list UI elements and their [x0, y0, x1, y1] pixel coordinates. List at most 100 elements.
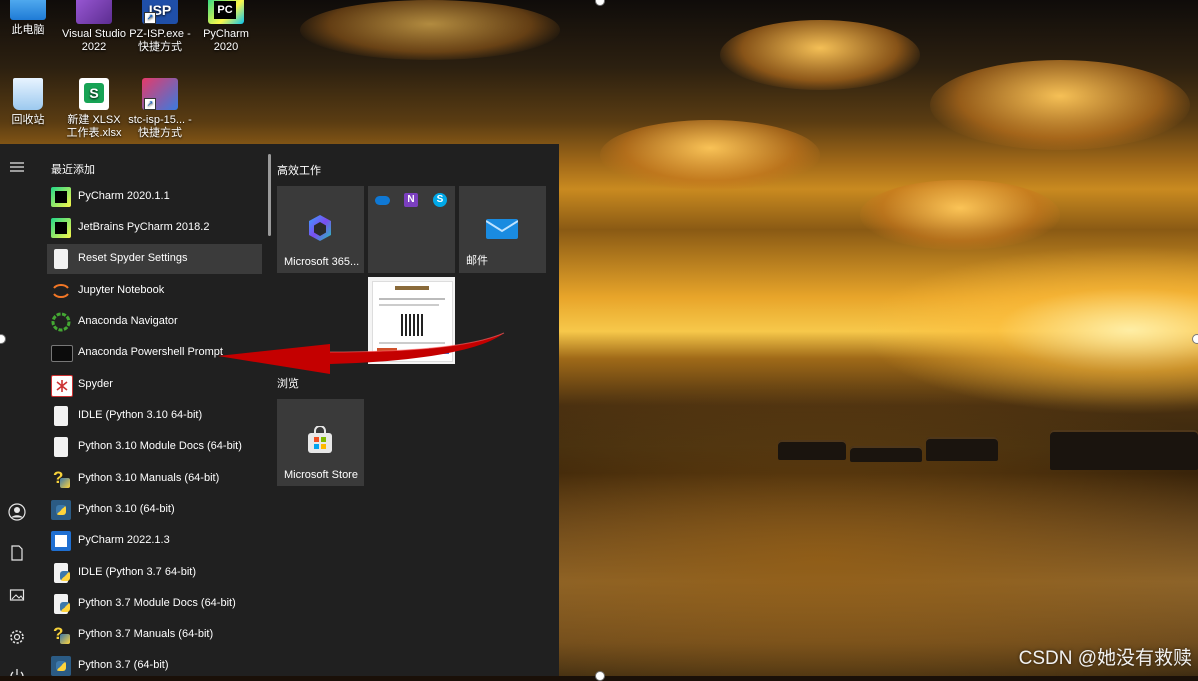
selection-handle[interactable]	[595, 671, 605, 681]
python-icon	[51, 656, 71, 676]
app-item-spyder[interactable]: Spyder	[47, 370, 262, 400]
mail-icon	[485, 215, 519, 241]
app-item-python-310-module-docs[interactable]: Python 3.10 Module Docs (64-bit)	[47, 432, 262, 462]
python-file-icon	[54, 563, 70, 583]
app-label: IDLE (Python 3.10 64-bit)	[78, 409, 203, 421]
document-thumbnail-icon	[372, 281, 453, 362]
group-title-productivity[interactable]: 高效工作	[277, 162, 321, 178]
shortcut-arrow-icon: ↗	[144, 12, 156, 24]
desktop-icon-stc-isp[interactable]: ↗ stc-isp-15... - 快捷方式	[127, 78, 193, 140]
app-label: Reset Spyder Settings	[78, 252, 188, 264]
app-item-pycharm-2022[interactable]: PyCharm 2022.1.3	[47, 526, 262, 556]
pycharm-icon	[51, 187, 71, 207]
pycharm-icon	[51, 218, 71, 238]
app-item-jupyter-notebook[interactable]: Jupyter Notebook	[47, 276, 262, 306]
app-item-reset-spyder-settings[interactable]: Reset Spyder Settings	[47, 244, 262, 274]
app-item-python-37-manuals[interactable]: ? Python 3.7 Manuals (64-bit)	[47, 620, 262, 650]
wallpaper-rock	[850, 446, 922, 462]
file-icon	[54, 406, 68, 426]
csdn-watermark: CSDN @她没有救赎	[1018, 648, 1192, 669]
app-label: Python 3.10 Module Docs (64-bit)	[78, 440, 242, 452]
app-label: Spyder	[78, 378, 113, 390]
app-item-jetbrains-pycharm-2018[interactable]: JetBrains PyCharm 2018.2	[47, 213, 262, 243]
onedrive-icon	[375, 196, 390, 205]
pz-isp-icon: ISP ↗	[142, 0, 178, 24]
app-item-python-310[interactable]: Python 3.10 (64-bit)	[47, 495, 262, 525]
anaconda-icon	[51, 312, 71, 332]
spyder-icon	[51, 375, 73, 397]
pycharm-icon-text: PC	[214, 1, 236, 19]
desktop-icon-label: 回收站	[11, 114, 45, 126]
tile-photo[interactable]	[368, 277, 455, 364]
tile-microsoft-365[interactable]: Microsoft 365...	[277, 186, 364, 273]
stc-isp-icon: ↗	[142, 78, 178, 110]
tile-mail[interactable]: 邮件	[459, 186, 546, 273]
desktop-icon-this-pc[interactable]: 此电脑	[0, 0, 61, 37]
app-label: Python 3.10 Manuals (64-bit)	[78, 472, 220, 484]
python-help-icon: ?	[51, 468, 71, 489]
desktop-icon-label: PyCharm 2020	[203, 28, 249, 53]
start-menu: 最近添加 PyCharm 2020.1.1 JetBrains PyCharm …	[0, 144, 559, 676]
python-file-icon	[54, 594, 70, 614]
app-label: Python 3.7 Manuals (64-bit)	[78, 628, 214, 640]
app-item-idle-python-310[interactable]: IDLE (Python 3.10 64-bit)	[47, 401, 262, 431]
xlsx-file-icon: S	[79, 78, 109, 110]
app-label: Anaconda Navigator	[78, 315, 178, 327]
wallpaper-rock	[1050, 430, 1198, 470]
hamburger-menu-icon[interactable]	[8, 159, 26, 177]
file-icon	[54, 249, 68, 269]
desktop-icon-pz-isp[interactable]: ISP ↗ PZ-ISP.exe - 快捷方式	[127, 0, 193, 54]
tile-label: Microsoft 365...	[284, 256, 360, 268]
app-label: IDLE (Python 3.7 64-bit)	[78, 566, 197, 578]
app-item-python-37[interactable]: Python 3.7 (64-bit)	[47, 651, 262, 681]
wallpaper-cloud	[300, 0, 560, 60]
app-label: JetBrains PyCharm 2018.2	[78, 221, 210, 233]
tile-office-folder[interactable]: N S	[368, 186, 455, 273]
app-list-scrollbar[interactable]	[268, 154, 271, 236]
app-item-pycharm-2020[interactable]: PyCharm 2020.1.1	[47, 182, 262, 212]
python-icon	[51, 500, 71, 520]
onenote-icon: N	[404, 193, 418, 207]
group-title-browse[interactable]: 浏览	[277, 375, 299, 391]
desktop-icon-xlsx[interactable]: S 新建 XLSX 工作表.xlsx	[61, 78, 127, 140]
desktop-icon-recycle-bin[interactable]: 回收站	[0, 78, 61, 127]
app-label: PyCharm 2020.1.1	[78, 190, 170, 202]
user-icon[interactable]	[8, 503, 26, 521]
app-label: Jupyter Notebook	[78, 284, 165, 296]
jupyter-icon	[51, 281, 71, 301]
app-item-python-310-manuals[interactable]: ? Python 3.10 Manuals (64-bit)	[47, 464, 262, 494]
skype-icon: S	[433, 193, 447, 207]
tile-label: Microsoft Store	[284, 469, 358, 481]
power-icon[interactable]	[8, 668, 26, 676]
pictures-icon[interactable]	[8, 587, 26, 605]
tile-microsoft-store[interactable]: Microsoft Store	[277, 399, 364, 486]
wallpaper-cloud	[600, 120, 820, 190]
wallpaper-cloud	[860, 180, 1060, 250]
documents-icon[interactable]	[8, 545, 26, 563]
microsoft-365-icon	[307, 214, 333, 242]
app-item-anaconda-powershell-prompt[interactable]: Anaconda Powershell Prompt	[47, 338, 262, 368]
app-item-python-37-module-docs[interactable]: Python 3.7 Module Docs (64-bit)	[47, 589, 262, 619]
desktop-icon-pycharm[interactable]: PC PyCharm 2020	[193, 0, 259, 54]
desktop-icon-label: stc-isp-15... - 快捷方式	[128, 114, 192, 139]
recently-added-header: 最近添加	[51, 164, 95, 176]
app-label: Python 3.10 (64-bit)	[78, 503, 175, 515]
selection-handle[interactable]	[1192, 334, 1198, 344]
desktop-icon-label: 此电脑	[11, 24, 45, 36]
app-item-idle-python-37[interactable]: IDLE (Python 3.7 64-bit)	[47, 558, 262, 588]
pycharm-icon: PC	[208, 0, 244, 24]
this-pc-icon	[10, 0, 46, 20]
settings-icon[interactable]	[8, 629, 26, 647]
shortcut-arrow-icon: ↗	[144, 98, 156, 110]
desktop-icon-label: 新建 XLSX 工作表.xlsx	[66, 114, 122, 139]
visual-studio-icon	[76, 0, 112, 24]
app-item-anaconda-navigator[interactable]: Anaconda Navigator	[47, 307, 262, 337]
desktop-icon-label: PZ-ISP.exe - 快捷方式	[129, 28, 191, 53]
wallpaper-rock	[778, 440, 846, 460]
store-icon	[306, 425, 334, 454]
desktop-icon-visual-studio[interactable]: Visual Studio 2022	[61, 0, 127, 54]
file-icon	[54, 437, 68, 457]
start-menu-rail	[0, 144, 34, 676]
app-label: Python 3.7 (64-bit)	[78, 659, 169, 671]
wallpaper-cloud	[720, 20, 920, 90]
